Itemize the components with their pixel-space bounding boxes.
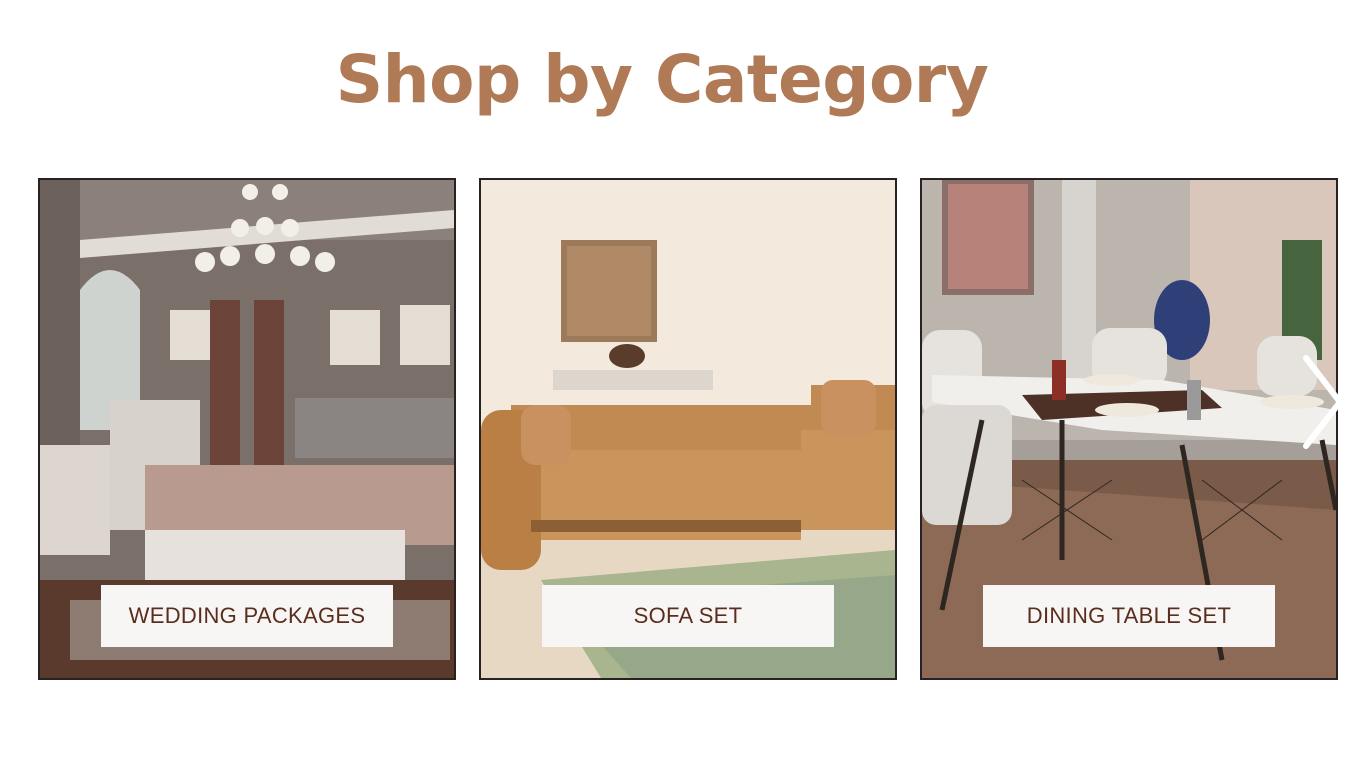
category-card-dining-table-set[interactable]: DINING TABLE SET (920, 178, 1338, 680)
shop-by-category-section: Shop by Category WEDDING PACKAGES SOFA S… (0, 0, 1366, 768)
chevron-right-icon (1303, 355, 1343, 449)
category-label: SOFA SET (542, 585, 834, 647)
category-label: DINING TABLE SET (983, 585, 1275, 647)
carousel-next-button[interactable] (1296, 352, 1343, 452)
section-title: Shop by Category (335, 41, 989, 118)
category-card-sofa-set[interactable]: SOFA SET (479, 178, 897, 680)
category-card-wedding-packages[interactable]: WEDDING PACKAGES (38, 178, 456, 680)
category-label: WEDDING PACKAGES (101, 585, 393, 647)
